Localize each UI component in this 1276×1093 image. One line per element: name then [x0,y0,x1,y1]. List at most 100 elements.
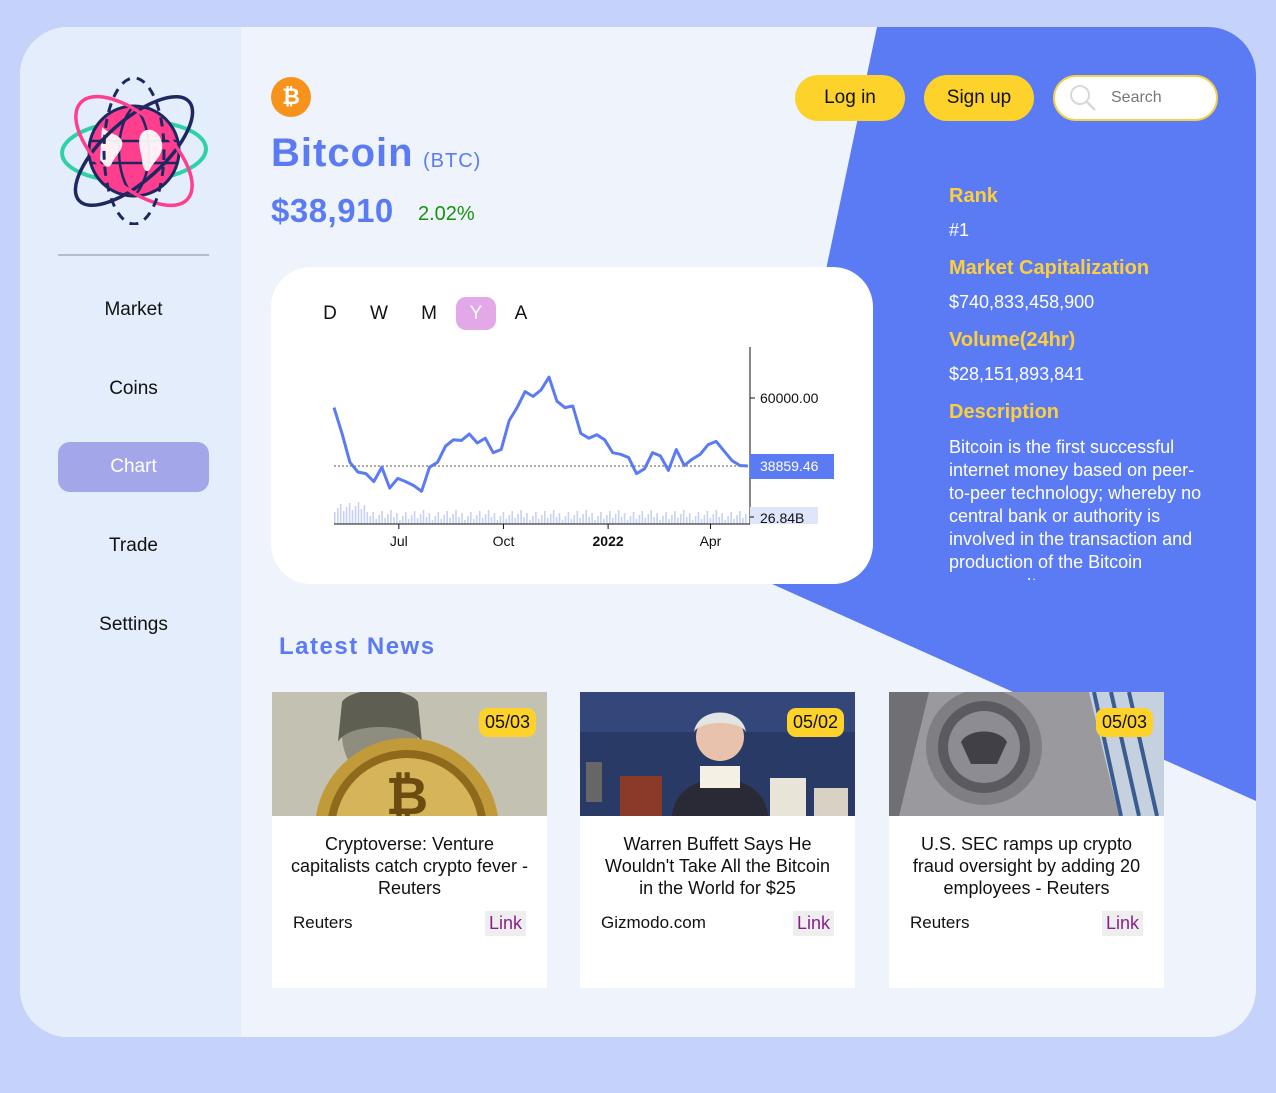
volume-bar [351,510,354,524]
signup-button[interactable]: Sign up [924,75,1034,121]
volume-bar [458,517,460,524]
volume-bar [573,515,576,524]
volume-bar [425,517,428,524]
logo-globe-icon [58,75,210,226]
volume-bar [549,514,552,524]
volume-bars [334,502,747,524]
volume-bar [440,519,443,524]
volume-bar [470,512,472,524]
volume-bar [739,511,741,524]
x-tick-label: 2022 [593,533,624,549]
search-input[interactable] [1111,89,1201,107]
news-source: Gizmodo.com [601,913,706,932]
bitcoin-icon: ₿ [271,77,311,117]
volume-bar [375,519,377,524]
volume-bar [431,520,434,524]
news-date-badge: 05/02 [786,708,844,737]
news-link[interactable]: Link [484,911,526,936]
volume-bar [730,512,732,524]
sidebar-item-coins[interactable]: Coins [58,364,209,414]
volume-bar [541,515,543,524]
volume-bar [499,516,502,524]
volume-bar [682,510,685,524]
price-change: 2.02% [418,203,475,225]
news-image-sec-seal: 05/03 [889,692,1164,816]
volume-bar [523,517,525,524]
volume-bar [632,512,635,524]
volume-bar [345,507,348,524]
news-card[interactable]: 05/03 U.S. SEC ramps up crypto fraud ove… [889,692,1164,988]
price-chart[interactable]: 60000.00 38859.46 26.84B Jul Oct 2022 Apr [271,267,873,584]
x-tick-label: Jul [390,533,408,549]
volume-bar [570,519,573,524]
volume-bar [475,515,478,524]
volume-bar [372,512,374,524]
volume-bar [461,513,463,524]
volume-bar [597,516,599,524]
news-card[interactable]: ₿ 05/03 Cryptoverse: Venture capitalists… [272,692,547,988]
volume-bar [354,506,357,524]
volume-bar [612,518,614,524]
news-headline: Cryptoverse: Venture capitalists catch c… [290,834,529,898]
volume-bar [487,510,490,524]
volume-bar [641,511,644,524]
volume-bar [635,519,638,524]
sidebar-item-trade[interactable]: Trade [58,521,209,571]
volume-bar [384,518,386,524]
volume-label: Volume(24hr) [949,329,1076,351]
market-cap-value: $740,833,458,900 [949,292,1095,312]
volume-bar [609,511,611,524]
last-price-label: 38859.46 [760,458,819,474]
volume-bar [674,511,676,524]
volume-bar [591,513,593,524]
volume-bar [443,515,445,524]
volume-bar [585,510,587,524]
news-source: Reuters [910,913,970,932]
volume-bar [452,514,454,524]
sidebar: Market Coins Chart Trade Settings [20,27,241,1037]
sidebar-item-settings[interactable]: Settings [58,600,209,650]
news-headline: Warren Buffett Says He Wouldn't Take All… [605,834,830,898]
volume-bar [727,516,729,524]
volume-bar [680,514,682,524]
volume-bar [700,519,703,524]
volume-bar [446,511,448,524]
sidebar-item-chart[interactable]: Chart [58,442,209,492]
news-date-badge: 05/03 [1095,708,1153,737]
app-window: Market Coins Chart Trade Settings ₿ Bitc… [20,27,1256,1037]
news-link[interactable]: Link [792,911,834,936]
news-section-title: Latest News [279,633,436,660]
news-link[interactable]: Link [1101,911,1143,936]
volume-bar [697,512,700,524]
x-tick-label: Apr [700,533,722,549]
login-button[interactable]: Log in [795,75,905,121]
volume-bar [677,518,679,524]
volume-bar [650,510,652,524]
search-icon [1070,85,1096,111]
volume-bar [620,517,623,524]
volume-bar [342,511,345,524]
search-box[interactable] [1053,75,1218,121]
news-card[interactable]: 05/02 Warren Buffett Says He Wouldn't Ta… [580,692,855,988]
volume-bar [399,520,401,524]
volume-bar [623,513,626,524]
volume-bar [496,520,499,524]
news-date-badge: 05/03 [478,708,536,737]
volume-bar [529,520,531,524]
volume-bar [685,517,688,524]
volume-bar [600,512,602,524]
sidebar-item-market[interactable]: Market [58,285,209,335]
volume-bar [644,518,647,524]
volume-bar [576,511,579,524]
volume-bar [736,515,738,524]
volume-bar [555,517,558,524]
volume-bar [558,513,561,524]
volume-bar [416,518,419,524]
volume-bar [405,512,407,524]
rank-label: Rank [949,185,998,207]
x-tick-label: Oct [493,533,515,549]
volume-bar [422,510,425,524]
volume-bar [715,510,718,524]
volume-bar [360,509,363,524]
volume-bar [709,518,712,524]
